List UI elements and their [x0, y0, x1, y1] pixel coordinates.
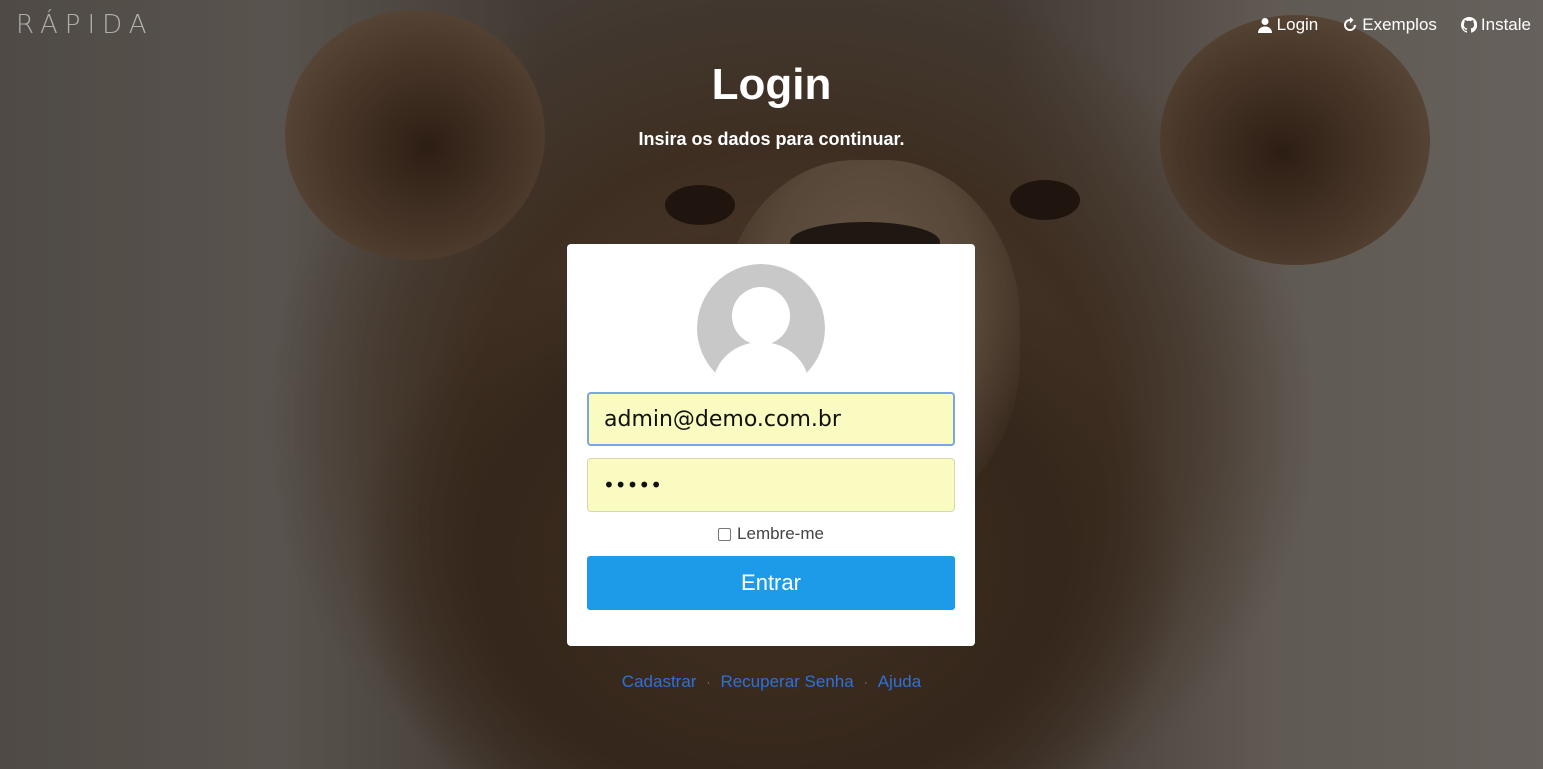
- top-nav: Login Exemplos Instale: [1257, 15, 1531, 35]
- nav-login-label: Login: [1276, 15, 1319, 34]
- user-icon: [1257, 18, 1272, 33]
- login-card: Lembre-me Entrar: [567, 244, 975, 646]
- recover-password-link[interactable]: Recuperar Senha: [720, 672, 853, 692]
- nav-exemplos-label: Exemplos: [1362, 15, 1437, 34]
- password-field[interactable]: [587, 458, 955, 512]
- default-avatar-icon: [697, 264, 825, 382]
- link-separator: ·: [706, 675, 711, 689]
- register-link[interactable]: Cadastrar: [622, 672, 697, 692]
- brand-logo[interactable]: RÁPIDA: [16, 10, 154, 40]
- github-icon: [1460, 17, 1477, 33]
- link-separator: ·: [863, 675, 868, 689]
- nav-exemplos-link[interactable]: Exemplos: [1342, 15, 1437, 35]
- email-field[interactable]: [587, 392, 955, 446]
- remember-me[interactable]: Lembre-me: [567, 524, 975, 544]
- nav-instale-link[interactable]: Instale: [1460, 15, 1531, 35]
- remember-checkbox[interactable]: [718, 527, 732, 541]
- login-submit-button[interactable]: Entrar: [587, 556, 955, 610]
- page-title: Login: [711, 60, 832, 109]
- refresh-icon: [1344, 17, 1357, 31]
- footer-links: Cadastrar · Recuperar Senha · Ajuda: [0, 672, 1543, 692]
- page-subtitle: Insira os dados para continuar.: [638, 129, 905, 149]
- help-link[interactable]: Ajuda: [878, 672, 921, 692]
- nav-instale-label: Instale: [1480, 15, 1531, 34]
- nav-login-link[interactable]: Login: [1257, 15, 1319, 35]
- remember-label: Lembre-me: [737, 524, 824, 543]
